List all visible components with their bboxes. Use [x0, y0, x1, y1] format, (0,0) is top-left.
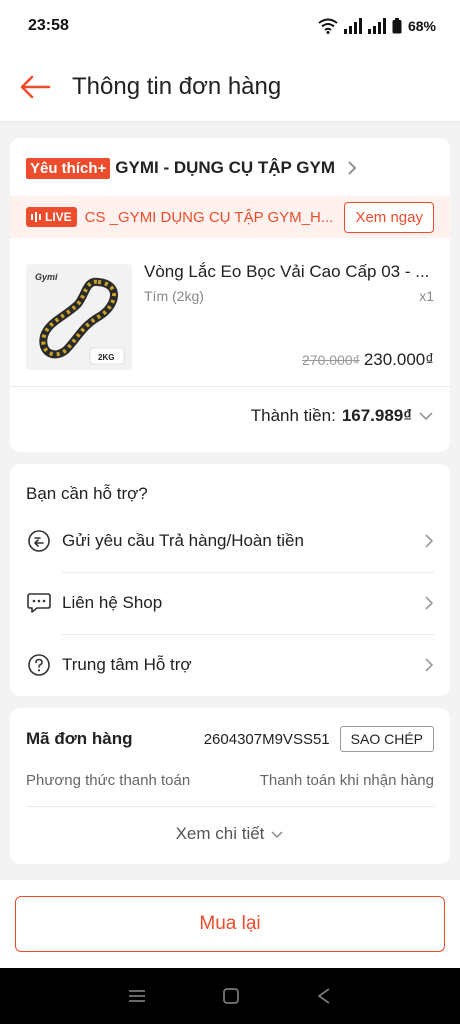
support-title: Bạn cần hỗ trợ?: [26, 484, 148, 503]
recent-apps-icon[interactable]: [128, 988, 146, 1004]
order-total-row[interactable]: Thành tiền: 167.989₫: [251, 406, 434, 426]
live-label: LIVE: [45, 210, 72, 224]
status-time: 23:58: [28, 17, 69, 34]
payment-method-value: Thanh toán khi nhận hàng: [259, 772, 434, 789]
product-image-brand: Gymi: [35, 272, 58, 282]
live-stream-title: CS _GYMI DỤNG CỤ TẬP GYM_H...: [84, 208, 334, 226]
order-id-label: Mã đơn hàng: [26, 729, 133, 748]
chevron-down-icon: [271, 830, 283, 838]
return-refund-item[interactable]: Gửi yêu cầu Trả hàng/Hoàn tiền: [10, 510, 450, 572]
sale-price: 230.000₫: [363, 350, 434, 369]
payment-method-row: Phương thức thanh toán Thanh toán khi nh…: [26, 772, 434, 789]
chevron-right-icon: [425, 596, 434, 610]
help-icon: [26, 652, 52, 678]
page-title: Thông tin đơn hàng: [72, 72, 282, 100]
live-bars-icon: [31, 212, 41, 222]
back-nav-icon[interactable]: [316, 987, 332, 1005]
order-info-card: Mã đơn hàng 2604307M9VSS51 SAO CHÉP Phươ…: [10, 708, 450, 864]
original-price: 270.000₫: [302, 352, 360, 368]
product-image-weight: 2KG: [98, 353, 114, 362]
product-quantity: x1: [419, 288, 434, 304]
shop-row[interactable]: Yêu thích+ GYMI - DỤNG CỤ TẬP GYM: [26, 150, 434, 186]
payment-method-label: Phương thức thanh toán: [26, 772, 191, 789]
copy-button[interactable]: SAO CHÉP: [339, 726, 434, 752]
divider: [26, 806, 434, 807]
favorite-plus-badge: Yêu thích+: [26, 157, 111, 179]
back-button[interactable]: [0, 52, 70, 122]
buy-again-button[interactable]: Mua lại: [15, 896, 445, 952]
order-total-value: 167.989₫: [341, 406, 412, 425]
live-badge: LIVE: [26, 207, 77, 227]
signal-icon: [343, 18, 362, 34]
order-id-row: Mã đơn hàng 2604307M9VSS51 SAO CHÉP: [26, 726, 434, 752]
battery-percent: 68%: [407, 18, 436, 34]
view-details-button[interactable]: Xem chi tiết: [10, 824, 450, 844]
status-bar: 23:58 68%: [0, 0, 460, 52]
support-card: Bạn cần hỗ trợ? Gửi yêu cầu Trả hàng/Hoà…: [10, 464, 450, 696]
help-center-label: Trung tâm Hỗ trợ: [62, 655, 192, 674]
signal-icon: [367, 18, 386, 34]
product-name[interactable]: Vòng Lắc Eo Bọc Vải Cao Cấp 03 - ...: [144, 262, 434, 282]
wifi-icon: [318, 18, 338, 34]
view-details-label: Xem chi tiết: [175, 824, 265, 843]
order-item-card: Yêu thích+ GYMI - DỤNG CỤ TẬP GYM LIVE C…: [10, 138, 450, 452]
order-id-value: 2604307M9VSS51: [203, 730, 330, 748]
system-nav-bar: [0, 968, 460, 1024]
chevron-right-icon: [425, 658, 434, 672]
product-variant: Tím (2kg): [144, 288, 204, 304]
return-icon: [26, 528, 52, 554]
contact-shop-label: Liên hệ Shop: [62, 593, 163, 612]
bottom-action-bar: Mua lại: [0, 880, 460, 968]
back-arrow-icon: [20, 75, 51, 98]
chat-icon: [26, 590, 52, 616]
chevron-right-icon: [425, 534, 434, 548]
live-banner[interactable]: LIVE CS _GYMI DỤNG CỤ TẬP GYM_H... Xem n…: [10, 196, 450, 238]
return-refund-label: Gửi yêu cầu Trả hàng/Hoàn tiền: [62, 531, 304, 550]
price-row: 270.000₫ 230.000₫: [302, 350, 434, 370]
product-image[interactable]: Gymi 2KG: [26, 264, 132, 370]
shop-name: GYMI - DỤNG CỤ TẬP GYM: [115, 158, 336, 177]
order-total-label: Thành tiền:: [250, 406, 336, 425]
app-header: Thông tin đơn hàng: [0, 52, 460, 122]
watch-now-button[interactable]: Xem ngay: [344, 201, 434, 233]
home-icon[interactable]: [222, 987, 240, 1005]
chevron-down-icon: [419, 412, 433, 421]
battery-icon: [392, 18, 402, 34]
divider: [10, 386, 450, 387]
status-icons: 68%: [318, 18, 436, 34]
contact-shop-item[interactable]: Liên hệ Shop: [10, 572, 450, 634]
help-center-item[interactable]: Trung tâm Hỗ trợ: [10, 634, 450, 696]
chevron-right-icon: [348, 161, 357, 175]
